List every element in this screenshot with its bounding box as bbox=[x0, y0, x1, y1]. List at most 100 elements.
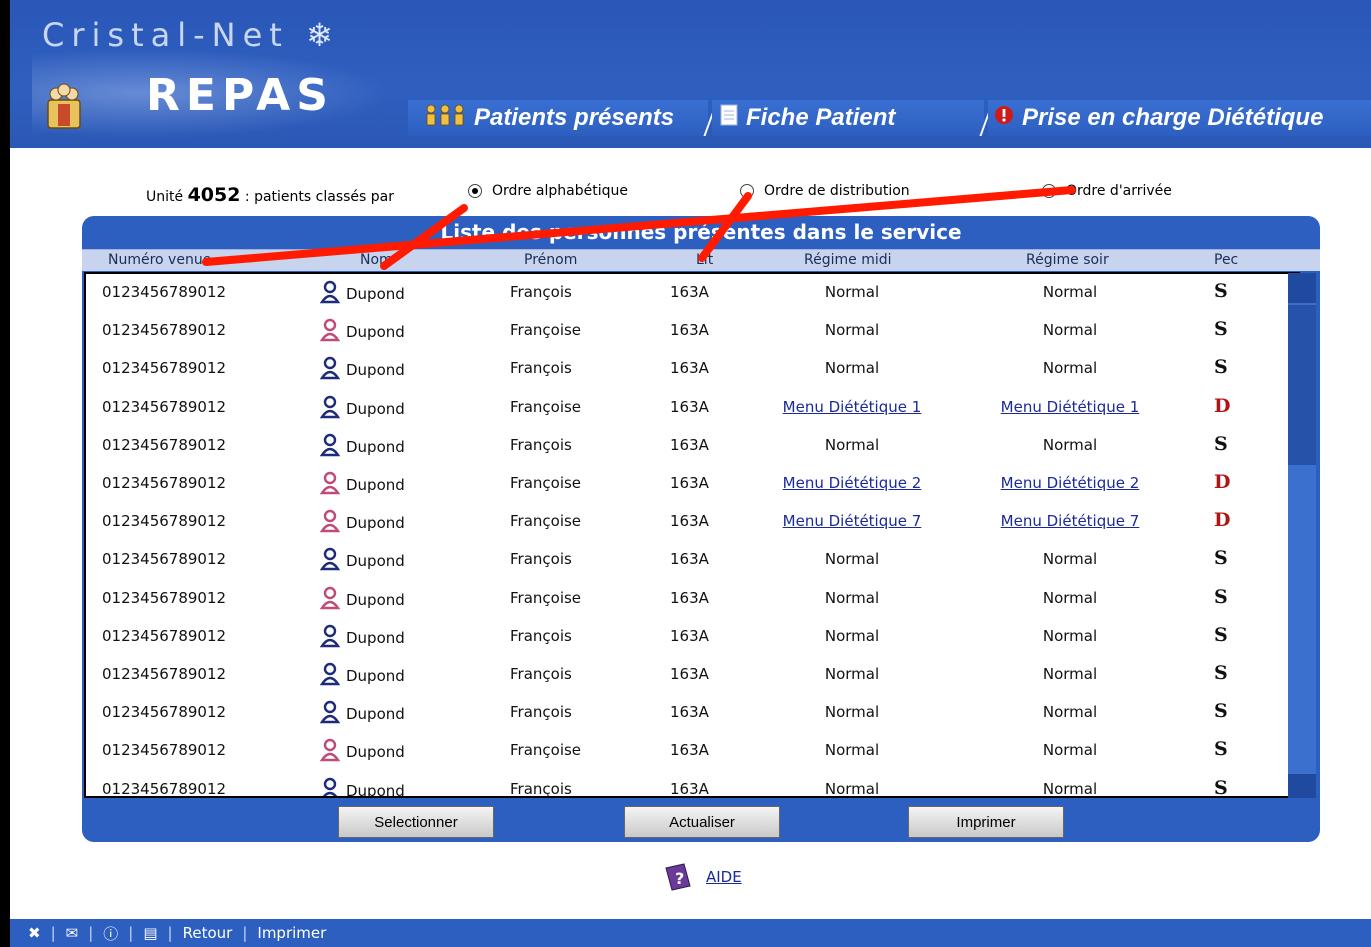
info-icon[interactable]: ⓘ bbox=[103, 923, 118, 944]
header-lit[interactable]: Lit bbox=[696, 252, 713, 268]
table-row[interactable]: 0123456789012 Dupond Françoise 163A Normal No… bbox=[86, 580, 1286, 618]
header-regime-soir[interactable]: Régime soir bbox=[1026, 252, 1109, 268]
cell-regime-midi: Normal bbox=[824, 741, 880, 760]
aide-link[interactable]: ? AIDE bbox=[662, 862, 742, 892]
table-row[interactable]: 0123456789012 Dupond Françoise 163A Normal No… bbox=[86, 312, 1286, 350]
cell-numero-venue: 0123456789012 bbox=[102, 741, 227, 760]
cell-pec: D bbox=[1214, 394, 1231, 417]
radio-ordre-arrivee[interactable]: Ordre d'arrivée bbox=[1042, 183, 1172, 199]
header-numero-venue[interactable]: Numéro venue bbox=[108, 252, 211, 268]
cell-pec: D bbox=[1214, 471, 1231, 493]
cell-prenom: François bbox=[510, 665, 572, 683]
cell-prenom: Françoise bbox=[510, 741, 582, 760]
table-row[interactable]: 0123456789012 Dupond François 163A Normal Nor… bbox=[86, 427, 1286, 465]
tab-prise-en-charge[interactable]: Prise en charge Diététique bbox=[988, 100, 1371, 136]
actualiser-button[interactable]: Actualiser bbox=[624, 806, 780, 838]
tab-patients-presents[interactable]: Patients présents bbox=[408, 100, 708, 136]
snowflake-icon: ❄ bbox=[306, 16, 340, 54]
cell-regime-midi: Normal bbox=[824, 550, 880, 569]
tab-label: Fiche Patient bbox=[746, 104, 896, 131]
cell-regime-midi[interactable]: Menu Diététique 7 bbox=[772, 512, 932, 530]
cell-regime-midi[interactable]: Menu Diététique 1 bbox=[772, 398, 932, 416]
table-row[interactable]: 0123456789012 Dupond François 163A Normal Nor… bbox=[86, 618, 1286, 656]
retour-link[interactable]: Retour bbox=[183, 924, 233, 942]
table-row[interactable]: 0123456789012 Dupond Françoise 163A Menu Dié… bbox=[86, 465, 1286, 503]
cell-nom-text: Dupond bbox=[346, 628, 405, 647]
cell-numero-venue: 0123456789012 bbox=[102, 435, 227, 454]
cell-regime-soir: Normal bbox=[1042, 741, 1098, 760]
selectionner-button[interactable]: Selectionner bbox=[338, 806, 494, 838]
tab-label: Prise en charge Diététique bbox=[1022, 104, 1324, 131]
cell-lit: 163A bbox=[670, 703, 709, 722]
svg-text:?: ? bbox=[675, 869, 684, 888]
cell-prenom: Françoise bbox=[510, 588, 582, 607]
header-prenom[interactable]: Prénom bbox=[524, 252, 577, 268]
brand-logo: Cristal-Net ❄ bbox=[42, 16, 340, 54]
female-person-icon bbox=[319, 471, 341, 499]
cell-prenom: Françoise bbox=[510, 397, 582, 416]
mail-icon[interactable]: ✉ bbox=[66, 924, 79, 942]
radio-ordre-distribution[interactable]: Ordre de distribution bbox=[740, 183, 910, 199]
cell-regime-soir: Normal bbox=[1042, 550, 1098, 569]
scroll-thumb[interactable] bbox=[1288, 305, 1316, 465]
header-banner: Cristal-Net ❄ REPAS Patients présents Fi… bbox=[10, 0, 1371, 148]
aide-label[interactable]: AIDE bbox=[706, 868, 742, 886]
table-row[interactable]: 0123456789012 Dupond François 163A Normal Nor… bbox=[86, 656, 1286, 694]
cell-pec: S bbox=[1214, 318, 1228, 341]
male-person-icon bbox=[320, 777, 340, 796]
cell-prenom: Françoise bbox=[510, 474, 582, 492]
cell-prenom: François bbox=[510, 550, 572, 569]
radio-ordre-alphabetique[interactable]: Ordre alphabétique bbox=[468, 183, 628, 199]
table-row[interactable]: 0123456789012 Dupond François 163A Normal Nor… bbox=[86, 274, 1286, 312]
table-row[interactable]: 0123456789012 Dupond François 163A Normal Nor… bbox=[86, 541, 1286, 579]
cell-regime-soir[interactable]: Menu Diététique 1 bbox=[990, 398, 1150, 416]
cell-pec: S bbox=[1214, 585, 1228, 608]
cell-lit: 163A bbox=[670, 512, 709, 531]
header-pec[interactable]: Pec bbox=[1214, 252, 1238, 268]
close-icon[interactable]: ✖ bbox=[28, 924, 41, 942]
cell-regime-soir[interactable]: Menu Diététique 7 bbox=[990, 512, 1150, 530]
people-icon bbox=[424, 104, 466, 133]
table-scrollbar[interactable] bbox=[1288, 273, 1316, 798]
help-book-icon: ? bbox=[665, 863, 691, 891]
cell-numero-venue: 0123456789012 bbox=[102, 550, 227, 569]
table-row[interactable]: 0123456789012 Dupond François 163A Normal Nor… bbox=[86, 350, 1286, 388]
imprimer-button[interactable]: Imprimer bbox=[908, 806, 1064, 838]
cell-prenom: Françoise bbox=[510, 321, 582, 340]
radio-button[interactable] bbox=[1042, 184, 1056, 198]
radio-button-selected[interactable] bbox=[468, 184, 482, 198]
cell-lit: 163A bbox=[670, 779, 709, 798]
unit-prefix: Unité bbox=[146, 189, 184, 205]
cell-nom-text: Dupond bbox=[346, 552, 405, 571]
tab-fiche-patient[interactable]: Fiche Patient bbox=[712, 100, 984, 136]
cell-regime-soir[interactable]: Menu Diététique 2 bbox=[990, 474, 1150, 492]
cell-nom: Dupond bbox=[319, 318, 405, 346]
cell-prenom: François bbox=[510, 703, 572, 722]
scroll-down-arrow[interactable] bbox=[1288, 774, 1316, 798]
radio-button[interactable] bbox=[740, 184, 754, 198]
document-icon[interactable]: ▤ bbox=[143, 924, 157, 942]
people-group-icon bbox=[47, 83, 81, 129]
footer-imprimer-link[interactable]: Imprimer bbox=[257, 924, 326, 942]
cell-regime-soir: Normal bbox=[1042, 321, 1098, 340]
document-icon bbox=[720, 104, 738, 133]
patients-table: 0123456789012 Dupond François 163A Normal Nor… bbox=[84, 272, 1300, 798]
sort-options: Unité 4052 : patients classés par Ordre … bbox=[10, 178, 1371, 208]
table-row[interactable]: 0123456789012 Dupond Françoise 163A Menu Dié… bbox=[86, 503, 1286, 541]
table-row[interactable]: 0123456789012 Dupond François 163A Normal Nor… bbox=[86, 694, 1286, 732]
cell-nom: Dupond bbox=[319, 509, 405, 537]
cell-pec: S bbox=[1214, 700, 1228, 723]
cell-nom: Dupond bbox=[319, 471, 405, 499]
footer-bar: ✖ | ✉ | ⓘ | ▤ | Retour | Imprimer bbox=[10, 919, 1371, 947]
scroll-up-arrow[interactable] bbox=[1288, 273, 1316, 303]
cell-nom: Dupond bbox=[319, 280, 405, 308]
table-row[interactable]: 0123456789012 Dupond François 163A Normal Nor… bbox=[86, 771, 1286, 798]
cell-numero-venue: 0123456789012 bbox=[102, 359, 227, 378]
cell-numero-venue: 0123456789012 bbox=[102, 512, 227, 531]
cell-nom: Dupond bbox=[320, 777, 405, 796]
header-nom[interactable]: Nom bbox=[360, 252, 393, 268]
table-row[interactable]: 0123456789012 Dupond Françoise 163A Menu Dié… bbox=[86, 389, 1286, 427]
header-regime-midi[interactable]: Régime midi bbox=[804, 252, 892, 268]
cell-regime-midi[interactable]: Menu Diététique 2 bbox=[772, 474, 932, 492]
table-row[interactable]: 0123456789012 Dupond Françoise 163A Normal No… bbox=[86, 732, 1286, 770]
